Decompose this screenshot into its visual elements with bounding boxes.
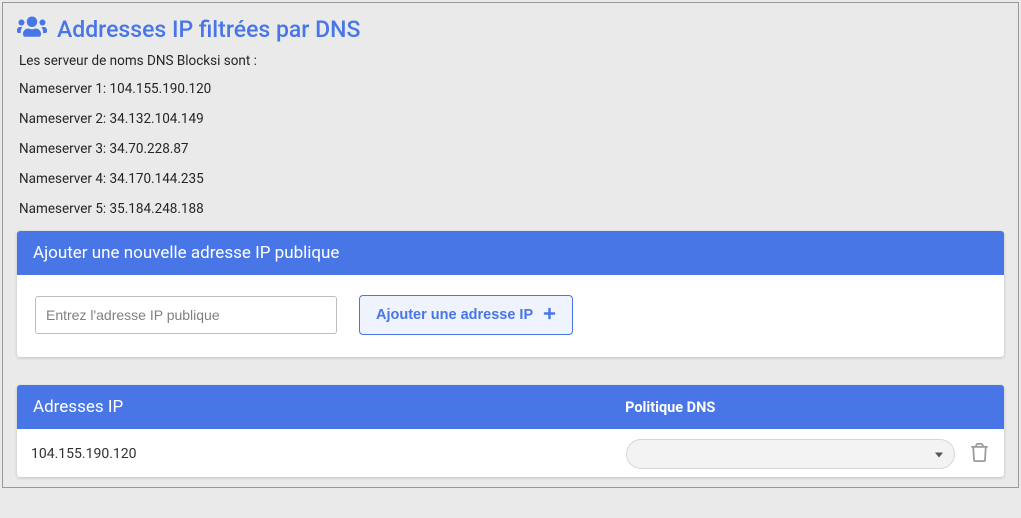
row-policy-cell <box>626 439 990 469</box>
page-title: Addresses IP filtrées par DNS <box>57 16 360 43</box>
nameserver-ip: 35.184.248.188 <box>110 201 204 217</box>
col-header-policy: Politique DNS <box>625 399 988 416</box>
table-row: 104.155.190.120 <box>17 429 1004 477</box>
policy-select-wrap <box>626 439 955 469</box>
nameserver-ip: 34.132.104.149 <box>110 111 204 127</box>
ip-table-card: Adresses IP Politique DNS 104.155.190.12… <box>17 385 1004 477</box>
nameserver-line: Nameserver 5: 35.184.248.188 <box>19 201 1004 217</box>
nameserver-ip: 34.170.144.235 <box>110 171 204 187</box>
nameserver-label: Nameserver 4: <box>19 171 106 187</box>
nameserver-line: Nameserver 3: 34.70.228.87 <box>19 141 1004 157</box>
add-ip-card-body: Ajouter une adresse IP <box>17 275 1004 357</box>
nameserver-label: Nameserver 5: <box>19 201 106 217</box>
trash-icon <box>971 450 988 465</box>
nameserver-line: Nameserver 4: 34.170.144.235 <box>19 171 1004 187</box>
ip-table-header: Adresses IP Politique DNS <box>17 385 1004 429</box>
page-header: Addresses IP filtrées par DNS <box>17 15 1004 43</box>
plus-icon <box>543 307 556 324</box>
intro-text: Les serveur de noms DNS Blocksi sont : <box>19 53 1004 69</box>
nameserver-label: Nameserver 2: <box>19 111 106 127</box>
row-ip: 104.155.190.120 <box>31 446 626 462</box>
nameserver-ip: 104.155.190.120 <box>110 81 212 97</box>
nameserver-label: Nameserver 1: <box>19 81 106 97</box>
add-ip-button-label: Ajouter une adresse IP <box>376 307 533 323</box>
users-icon <box>17 15 47 43</box>
nameserver-label: Nameserver 3: <box>19 141 106 157</box>
nameserver-ip: 34.70.228.87 <box>110 141 189 157</box>
add-ip-button[interactable]: Ajouter une adresse IP <box>359 295 573 335</box>
delete-row-button[interactable] <box>969 441 990 467</box>
nameserver-line: Nameserver 1: 104.155.190.120 <box>19 81 1004 97</box>
ip-input[interactable] <box>35 296 337 334</box>
add-ip-card: Ajouter une nouvelle adresse IP publique… <box>17 231 1004 357</box>
add-ip-card-title: Ajouter une nouvelle adresse IP publique <box>17 231 1004 275</box>
page-container: Addresses IP filtrées par DNS Les serveu… <box>2 2 1019 488</box>
col-header-ip: Adresses IP <box>33 397 625 417</box>
nameserver-line: Nameserver 2: 34.132.104.149 <box>19 111 1004 127</box>
policy-select[interactable] <box>626 439 955 469</box>
